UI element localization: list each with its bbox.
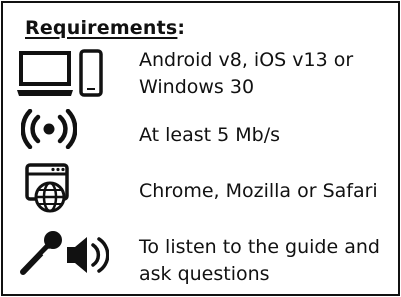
wifi-broadcast-icon [20, 108, 78, 150]
audio-requirement-line-1: To listen to the guide and [139, 236, 380, 258]
device-requirement-line-2: Windows 30 [139, 76, 255, 98]
web-browser-icon [25, 163, 77, 215]
browser-requirement-line-1: Chrome, Mozilla or Safari [139, 180, 378, 202]
device-requirement-line-1: Android v8, iOS v13 or [139, 49, 354, 71]
connection-requirement-line-1: At least 5 Mb/s [139, 124, 281, 146]
device-requirement-text: Android v8, iOS v13 or Windows 30 [139, 47, 353, 101]
heading-title: Requirements [25, 17, 178, 39]
audio-requirement-line-2: ask questions [139, 263, 270, 285]
browser-requirement-text: Chrome, Mozilla or Safari [139, 178, 378, 205]
microphone-speaker-icon [17, 229, 110, 279]
connection-requirement-text: At least 5 Mb/s [139, 122, 280, 149]
requirements-panel: Requirements: Android v8, iOS v13 or Win… [1, 1, 400, 296]
audio-requirement-text: To listen to the guide and ask questions [139, 234, 380, 288]
devices-icon [17, 48, 107, 98]
heading-colon: : [177, 17, 186, 39]
requirements-heading: Requirements: [25, 17, 185, 39]
